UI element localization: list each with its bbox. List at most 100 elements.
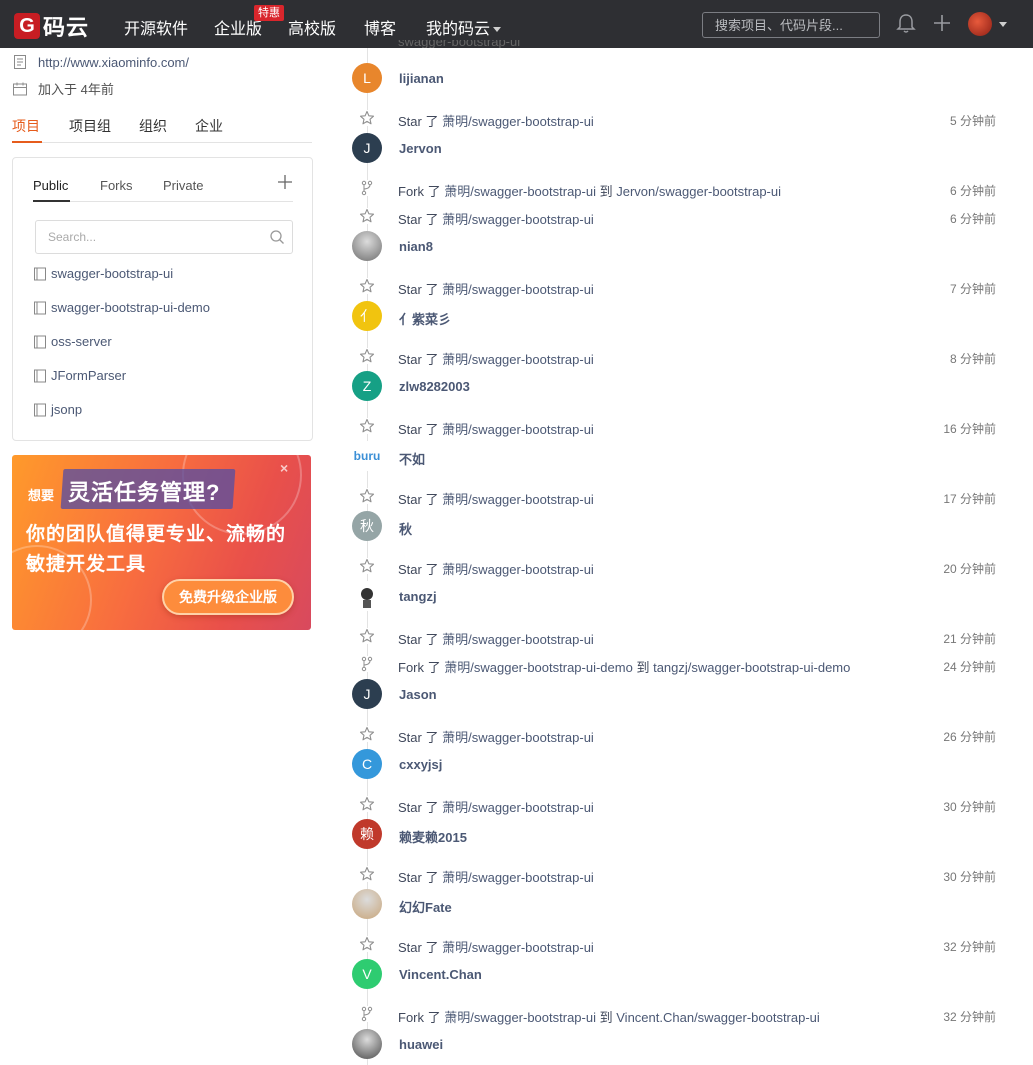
tab-projects[interactable]: 项目 — [12, 116, 40, 136]
star-icon — [359, 558, 375, 574]
fork-target-link[interactable]: Jervon/swagger-bootstrap-ui — [616, 184, 781, 199]
repo-link[interactable]: 萧明/swagger-bootstrap-ui — [442, 940, 594, 955]
tab-private[interactable]: Private — [163, 178, 203, 193]
feed-username[interactable]: nian8 — [399, 239, 433, 254]
feed-username[interactable]: Jervon — [399, 141, 442, 156]
event-verb: Star 了 — [398, 352, 439, 367]
project-item[interactable]: swagger-bootstrap-ui — [33, 266, 173, 281]
repo-link[interactable]: 萧明/swagger-bootstrap-ui — [442, 870, 594, 885]
event-timestamp: 32 分钟前 — [943, 940, 996, 954]
feed-username[interactable]: lijianan — [399, 71, 444, 86]
profile-website: http://www.xiaominfo.com/ — [12, 54, 189, 70]
star-icon — [359, 488, 375, 504]
feed-username[interactable]: zlw8282003 — [399, 379, 470, 394]
feed-username[interactable]: 赖麦赖2015 — [399, 827, 467, 846]
close-icon[interactable]: × — [280, 460, 288, 476]
event-timestamp: 6 分钟前 — [949, 212, 996, 226]
user-avatar[interactable] — [968, 12, 992, 36]
project-item[interactable]: jsonp — [33, 402, 82, 417]
repo-link[interactable]: 萧明/swagger-bootstrap-ui — [444, 1010, 596, 1025]
feed-username[interactable]: huawei — [399, 1037, 443, 1052]
nav-my-gitee-label: 我的码云 — [426, 21, 491, 38]
repo-link[interactable]: 萧明/swagger-bootstrap-ui — [442, 492, 594, 507]
user-avatar[interactable] — [352, 889, 382, 919]
user-avatar[interactable]: J — [352, 133, 382, 163]
repo-link[interactable]: 萧明/swagger-bootstrap-ui — [442, 114, 594, 129]
website-link[interactable]: http://www.xiaominfo.com/ — [38, 55, 189, 70]
star-event-text: Star 了 萧明/swagger-bootstrap-ui — [398, 279, 594, 298]
user-avatar[interactable]: L — [352, 63, 382, 93]
avatar-text: 秋 — [360, 518, 374, 534]
feed-username[interactable]: Jason — [399, 687, 437, 702]
project-item[interactable]: oss-server — [33, 334, 112, 349]
project-search-input[interactable] — [35, 220, 293, 254]
user-avatar[interactable]: 秋 — [352, 511, 382, 541]
event-timestamp: 7 分钟前 — [949, 282, 996, 296]
event-timestamp: 5 分钟前 — [949, 114, 996, 128]
event-verb: Star 了 — [398, 282, 439, 297]
repo-link[interactable]: 萧明/swagger-bootstrap-ui — [442, 800, 594, 815]
feed-username[interactable]: 不如 — [399, 449, 425, 468]
star-icon — [359, 866, 375, 882]
feed-username[interactable]: 幻幻Fate — [399, 897, 452, 916]
event-timestamp: 8 分钟前 — [949, 352, 996, 366]
tab-organizations[interactable]: 组织 — [139, 116, 167, 136]
enterprise-ad-banner[interactable]: × 想要 灵活任务管理? 你的团队值得更专业、流畅的 敏捷开发工具 免费升级企业… — [12, 455, 311, 630]
event-timestamp: 24 分钟前 — [943, 660, 996, 674]
feed-username[interactable]: 秋 — [399, 519, 412, 538]
project-item[interactable]: swagger-bootstrap-ui-demo — [33, 300, 210, 315]
user-avatar[interactable]: 亻 — [352, 301, 382, 331]
nav-open-source[interactable]: 开源软件 — [124, 15, 188, 39]
star-event-text: Star 了 萧明/swagger-bootstrap-ui — [398, 937, 594, 956]
feed-username[interactable]: Vincent.Chan — [399, 967, 482, 982]
star-event-text: Star 了 萧明/swagger-bootstrap-ui — [398, 489, 594, 508]
user-avatar[interactable] — [352, 581, 382, 611]
nav-blog[interactable]: 博客 — [364, 15, 396, 39]
user-avatar[interactable] — [352, 1029, 382, 1059]
global-search-input[interactable] — [702, 12, 880, 38]
fork-target-link[interactable]: Vincent.Chan/swagger-bootstrap-ui — [616, 1010, 820, 1025]
repo-link[interactable]: 萧明/swagger-bootstrap-ui — [442, 212, 594, 227]
tab-forks[interactable]: Forks — [100, 178, 133, 193]
chevron-down-icon[interactable] — [999, 22, 1007, 27]
repo-link[interactable]: 萧明/swagger-bootstrap-ui — [444, 184, 596, 199]
upgrade-enterprise-button[interactable]: 免费升级企业版 — [162, 579, 294, 615]
tab-public[interactable]: Public — [33, 178, 68, 193]
user-avatar[interactable]: J — [352, 679, 382, 709]
tab-project-groups[interactable]: 项目组 — [69, 116, 111, 136]
fork-target-link[interactable]: tangzj/swagger-bootstrap-ui-demo — [653, 660, 850, 675]
star-icon — [359, 418, 375, 434]
fork-icon — [359, 1006, 375, 1022]
plus-icon[interactable] — [932, 13, 952, 33]
add-project-icon[interactable] — [277, 174, 293, 190]
user-avatar[interactable]: V — [352, 959, 382, 989]
feed-username[interactable]: 亻紫菜彡 — [399, 309, 451, 328]
repo-link[interactable]: 萧明/swagger-bootstrap-ui-demo — [444, 660, 633, 675]
bell-icon[interactable] — [896, 13, 916, 35]
site-logo[interactable]: G 码云 — [14, 10, 89, 42]
feed-username[interactable]: tangzj — [399, 589, 437, 604]
user-avatar[interactable]: Z — [352, 371, 382, 401]
search-icon[interactable] — [269, 229, 285, 245]
project-item[interactable]: JFormParser — [33, 368, 126, 383]
star-icon — [359, 208, 375, 224]
user-avatar[interactable]: C — [352, 749, 382, 779]
nav-my-gitee[interactable]: 我的码云 — [426, 15, 502, 39]
repo-link[interactable]: 萧明/swagger-bootstrap-ui — [442, 422, 594, 437]
project-name: JFormParser — [51, 368, 127, 383]
star-icon — [359, 936, 375, 952]
user-avatar[interactable] — [352, 231, 382, 261]
feed-username[interactable]: cxxyjsj — [399, 757, 442, 772]
user-avatar[interactable]: buru — [352, 441, 382, 471]
repo-link[interactable]: 萧明/swagger-bootstrap-ui — [442, 282, 594, 297]
repo-link[interactable]: 萧明/swagger-bootstrap-ui — [442, 352, 594, 367]
repo-link[interactable]: 萧明/swagger-bootstrap-ui — [442, 730, 594, 745]
user-avatar[interactable]: 赖 — [352, 819, 382, 849]
nav-education[interactable]: 高校版 — [288, 15, 336, 39]
profile-tabs: 项目 项目组 组织 企业 — [12, 112, 312, 143]
ad-line-1: 你的团队值得更专业、流畅的 — [26, 524, 287, 545]
tab-enterprises[interactable]: 企业 — [195, 116, 223, 136]
chevron-down-icon — [493, 27, 502, 33]
repo-link[interactable]: 萧明/swagger-bootstrap-ui — [442, 632, 594, 647]
repo-link[interactable]: 萧明/swagger-bootstrap-ui — [442, 562, 594, 577]
